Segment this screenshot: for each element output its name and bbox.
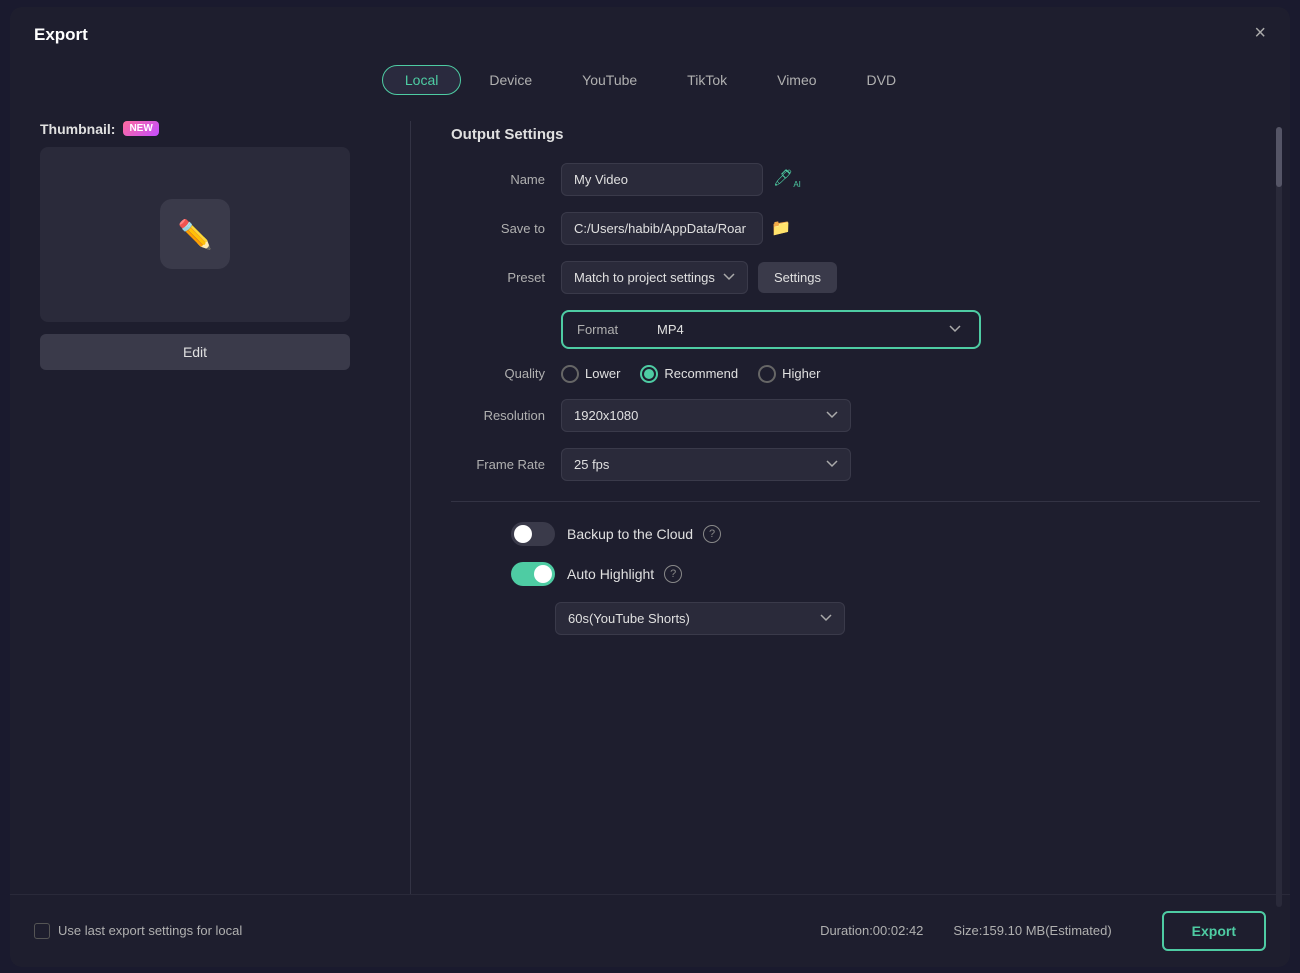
ai-icon[interactable]: 🖊AI: [773, 168, 801, 189]
vertical-divider: [410, 121, 411, 894]
backup-cloud-toggle[interactable]: [511, 522, 555, 546]
preset-label: Preset: [451, 270, 561, 285]
preset-select[interactable]: Match to project settings: [561, 261, 748, 294]
dialog-title: Export: [34, 25, 88, 45]
quality-higher[interactable]: Higher: [758, 365, 820, 383]
tab-bar: Local Device YouTube TikTok Vimeo DVD: [10, 55, 1290, 111]
tab-dvd[interactable]: DVD: [845, 65, 919, 95]
auto-highlight-label: Auto Highlight: [567, 566, 654, 582]
name-input[interactable]: [561, 163, 763, 196]
tab-device[interactable]: Device: [467, 65, 554, 95]
auto-highlight-toggle[interactable]: [511, 562, 555, 586]
edit-button[interactable]: Edit: [40, 334, 350, 370]
export-dialog: Export × Local Device YouTube TikTok Vim…: [10, 7, 1290, 967]
frame-rate-row: Frame Rate 25 fps: [451, 448, 1260, 481]
radio-lower-outer: [561, 365, 579, 383]
resolution-row: Resolution 1920x1080: [451, 399, 1260, 432]
save-to-input[interactable]: [561, 212, 763, 245]
quality-lower-label: Lower: [585, 366, 620, 381]
tab-tiktok[interactable]: TikTok: [665, 65, 749, 95]
use-last-checkbox[interactable]: Use last export settings for local: [34, 923, 242, 939]
output-settings-title: Output Settings: [451, 126, 1260, 143]
format-select[interactable]: MP4: [657, 322, 965, 337]
left-panel: Thumbnail: NEW ✏️ Edit: [40, 121, 380, 894]
tab-vimeo[interactable]: Vimeo: [755, 65, 838, 95]
thumbnail-box: ✏️: [40, 147, 350, 322]
backup-cloud-row: Backup to the Cloud ?: [451, 522, 1260, 546]
name-row: Name 🖊AI: [451, 163, 1260, 196]
radio-higher-outer: [758, 365, 776, 383]
save-to-group: 📁: [561, 212, 791, 245]
radio-recommend-outer: [640, 365, 658, 383]
scrollbar-thumb: [1276, 127, 1282, 187]
save-to-label: Save to: [451, 221, 561, 236]
quality-lower[interactable]: Lower: [561, 365, 620, 383]
export-button[interactable]: Export: [1162, 911, 1266, 951]
format-label: Format: [577, 322, 657, 337]
thumbnail-text: Thumbnail:: [40, 121, 115, 137]
backup-cloud-help-icon[interactable]: ?: [703, 525, 721, 543]
youtube-shorts-row: 60s(YouTube Shorts): [451, 602, 1260, 635]
bottom-info: Duration:00:02:42 Size:159.10 MB(Estimat…: [820, 911, 1266, 951]
backup-cloud-label: Backup to the Cloud: [567, 526, 693, 542]
bottom-bar: Use last export settings for local Durat…: [10, 894, 1290, 967]
settings-button[interactable]: Settings: [758, 262, 837, 293]
tab-youtube[interactable]: YouTube: [560, 65, 659, 95]
name-input-group: 🖊AI: [561, 163, 801, 196]
quality-recommend[interactable]: Recommend: [640, 365, 738, 383]
tab-local[interactable]: Local: [382, 65, 461, 95]
auto-highlight-help-icon[interactable]: ?: [664, 565, 682, 583]
auto-highlight-toggle-thumb: [534, 565, 552, 583]
name-label: Name: [451, 172, 561, 187]
quality-row: Quality Lower Recommend Higher: [451, 365, 1260, 383]
auto-highlight-row: Auto Highlight ?: [451, 562, 1260, 586]
quality-recommend-label: Recommend: [664, 366, 738, 381]
right-panel: Output Settings Name 🖊AI Save to 📁 Pr: [441, 121, 1260, 894]
folder-icon[interactable]: 📁: [771, 218, 791, 238]
horizontal-divider: [451, 501, 1260, 502]
quality-radio-group: Lower Recommend Higher: [561, 365, 820, 383]
preset-row: Preset Match to project settings Setting…: [451, 261, 1260, 294]
scrollbar-track[interactable]: [1276, 127, 1282, 907]
use-last-checkbox-box: [34, 923, 50, 939]
format-box: Format MP4: [561, 310, 981, 349]
duration-info: Duration:00:02:42: [820, 923, 923, 938]
quality-higher-label: Higher: [782, 366, 820, 381]
resolution-label: Resolution: [451, 408, 561, 423]
thumbnail-edit-icon: ✏️: [160, 199, 230, 269]
main-content: Thumbnail: NEW ✏️ Edit Output Settings N…: [10, 111, 1290, 894]
youtube-shorts-select[interactable]: 60s(YouTube Shorts): [555, 602, 845, 635]
backup-cloud-toggle-thumb: [514, 525, 532, 543]
close-button[interactable]: ×: [1254, 23, 1266, 43]
frame-rate-label: Frame Rate: [451, 457, 561, 472]
save-to-row: Save to 📁: [451, 212, 1260, 245]
thumbnail-label: Thumbnail: NEW: [40, 121, 159, 137]
frame-rate-select[interactable]: 25 fps: [561, 448, 851, 481]
quality-label: Quality: [451, 366, 561, 381]
radio-recommend-inner: [644, 369, 654, 379]
preset-group: Match to project settings Settings: [561, 261, 837, 294]
resolution-select[interactable]: 1920x1080: [561, 399, 851, 432]
use-last-label: Use last export settings for local: [58, 923, 242, 938]
title-bar: Export ×: [10, 7, 1290, 55]
new-badge: NEW: [123, 121, 158, 136]
size-info: Size:159.10 MB(Estimated): [953, 923, 1111, 938]
